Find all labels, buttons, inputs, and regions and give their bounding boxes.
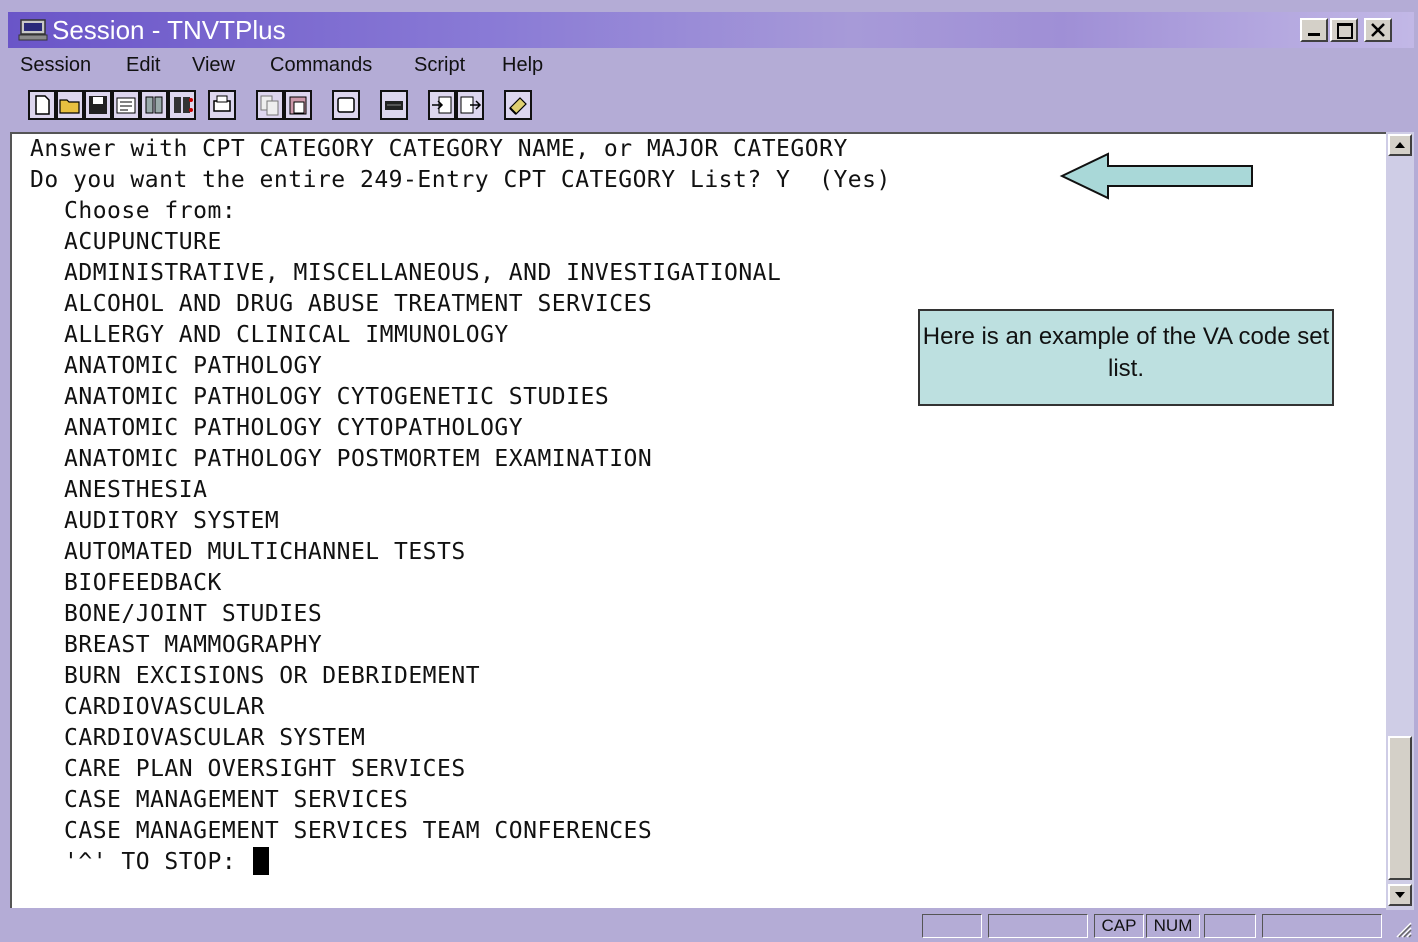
minimize-button[interactable] [1300, 18, 1328, 42]
connect-icon [145, 96, 163, 114]
title-bar[interactable]: Session - TNVTPlus [8, 12, 1414, 48]
script-button[interactable] [504, 90, 532, 120]
new-icon [35, 95, 50, 115]
connect-button[interactable] [140, 90, 168, 120]
maximize-button[interactable] [1330, 18, 1358, 42]
annotation-callout: Here is an example of the VA code set li… [918, 309, 1334, 406]
open-button[interactable] [56, 90, 84, 120]
menu-help[interactable]: Help [502, 52, 543, 78]
list-item: BURN EXCISIONS OR DEBRIDEMENT [64, 663, 481, 689]
list-item: ADMINISTRATIVE, MISCELLANEOUS, AND INVES… [64, 260, 782, 286]
save-button[interactable] [84, 90, 112, 120]
scroll-down-button[interactable] [1388, 884, 1412, 906]
list-item: AUDITORY SYSTEM [64, 508, 280, 534]
send-file-icon [432, 96, 452, 114]
send-file-button[interactable] [428, 90, 456, 120]
menu-view[interactable]: View [192, 52, 235, 78]
minimize-icon [1308, 33, 1320, 36]
screen-button[interactable] [332, 90, 360, 120]
list-item: CARE PLAN OVERSIGHT SERVICES [64, 756, 466, 782]
new-button[interactable] [28, 90, 56, 120]
print-button[interactable] [208, 90, 236, 120]
list-item: ANESTHESIA [64, 477, 208, 503]
left-arrow-annotation [1059, 152, 1253, 200]
close-icon [1371, 23, 1385, 37]
list-item: ANATOMIC PATHOLOGY [64, 353, 323, 379]
terminal-prompt-line: Answer with CPT CATEGORY CATEGORY NAME, … [30, 136, 848, 162]
status-pane [922, 914, 982, 938]
stop-prompt-line: '^' TO STOP: [64, 847, 269, 877]
open-icon [59, 99, 80, 114]
disconnect-icon [174, 97, 193, 113]
list-item: BREAST MAMMOGRAPHY [64, 632, 323, 658]
application-window: Session - TNVTPlus Session Edit View Com… [0, 0, 1418, 942]
status-pane [1262, 914, 1382, 938]
save-icon [89, 96, 107, 114]
toolbar [8, 84, 1414, 130]
list-item: CARDIOVASCULAR [64, 694, 265, 720]
script-icon [509, 97, 527, 115]
list-item: BONE/JOINT STUDIES [64, 601, 323, 627]
receive-file-icon [460, 96, 482, 114]
status-pane [1204, 914, 1256, 938]
list-item: ANATOMIC PATHOLOGY CYTOPATHOLOGY [64, 415, 524, 441]
close-button[interactable] [1364, 18, 1392, 42]
num-lock-indicator: NUM [1146, 914, 1200, 938]
resize-grip-icon[interactable] [1392, 918, 1412, 938]
menu-bar: Session Edit View Commands Script Help [8, 48, 1414, 82]
terminal-screen[interactable]: Answer with CPT CATEGORY CATEGORY NAME, … [10, 132, 1386, 908]
properties-icon [116, 97, 136, 114]
list-item: CARDIOVASCULAR SYSTEM [64, 725, 366, 751]
list-item: AUTOMATED MULTICHANNEL TESTS [64, 539, 466, 565]
menu-script[interactable]: Script [414, 52, 465, 78]
menu-commands[interactable]: Commands [270, 52, 372, 78]
properties-button[interactable] [112, 90, 140, 120]
paste-icon [289, 96, 307, 115]
menu-edit[interactable]: Edit [126, 52, 160, 78]
keyboard-button[interactable] [380, 90, 408, 120]
list-item: CASE MANAGEMENT SERVICES TEAM CONFERENCE… [64, 818, 653, 844]
terminal-app-icon [18, 19, 48, 41]
stop-prompt-text: '^' TO STOP: [64, 849, 237, 875]
list-item: ANATOMIC PATHOLOGY POSTMORTEM EXAMINATIO… [64, 446, 653, 472]
choose-from-label: Choose from: [64, 198, 237, 224]
caps-lock-indicator: CAP [1094, 914, 1144, 938]
status-pane [988, 914, 1088, 938]
list-item: ALCOHOL AND DRUG ABUSE TREATMENT SERVICE… [64, 291, 653, 317]
menu-session[interactable]: Session [20, 52, 91, 78]
scroll-up-button[interactable] [1388, 134, 1412, 156]
terminal-question-line: Do you want the entire 249-Entry CPT CAT… [30, 167, 891, 193]
scroll-thumb[interactable] [1388, 736, 1412, 880]
print-icon [213, 95, 231, 112]
arrow-up-icon [1395, 142, 1405, 148]
list-item: ACUPUNCTURE [64, 229, 222, 255]
vertical-scrollbar[interactable] [1386, 132, 1414, 910]
window-title: Session - TNVTPlus [52, 15, 286, 45]
copy-button[interactable] [256, 90, 284, 120]
maximize-icon [1337, 23, 1353, 39]
paste-button[interactable] [284, 90, 312, 120]
keyboard-icon [385, 101, 403, 110]
list-item: BIOFEEDBACK [64, 570, 222, 596]
disconnect-button[interactable] [168, 90, 196, 120]
status-bar: CAP NUM [8, 910, 1414, 940]
arrow-down-icon [1395, 892, 1405, 898]
receive-file-button[interactable] [456, 90, 484, 120]
list-item: ALLERGY AND CLINICAL IMMUNOLOGY [64, 322, 509, 348]
copy-icon [260, 95, 279, 116]
screen-icon [337, 97, 355, 113]
list-item: CASE MANAGEMENT SERVICES [64, 787, 409, 813]
list-item: ANATOMIC PATHOLOGY CYTOGENETIC STUDIES [64, 384, 610, 410]
text-cursor [252, 847, 269, 875]
